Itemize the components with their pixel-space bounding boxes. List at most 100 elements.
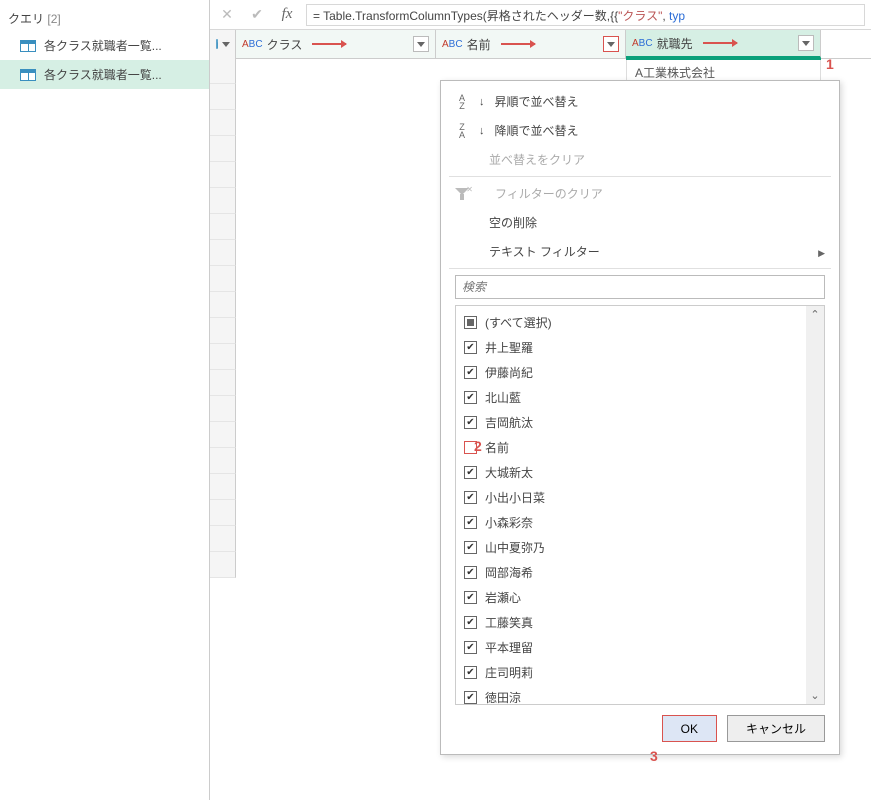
sort-ascending[interactable]: AZ↓ 昇順で並べ替え — [441, 87, 839, 116]
sort-descending[interactable]: ZA↓ 降順で並べ替え — [441, 116, 839, 145]
filter-check-row[interactable]: 伊藤尚紀 — [462, 360, 800, 385]
annotation-1: 1 — [826, 56, 834, 72]
filter-item-label: 工藤笑真 — [485, 614, 533, 631]
annotation-2: 2 — [474, 438, 482, 454]
clear-sort: 並べ替えをクリア — [441, 145, 839, 174]
formula-text: = Table.TransformColumnTypes(昇格されたヘッダー数,… — [313, 9, 618, 23]
separator — [449, 268, 831, 269]
column-header-name[interactable]: ABC 名前 — [436, 30, 626, 58]
row-number — [210, 84, 236, 110]
filter-check-row[interactable]: 井上聖羅 — [462, 335, 800, 360]
annotation-arrow — [703, 42, 737, 44]
column-label: 名前 — [467, 36, 491, 53]
filter-check-row[interactable]: 岩瀬心 — [462, 585, 800, 610]
remove-empty[interactable]: 空の削除 — [441, 208, 839, 237]
text-filter[interactable]: テキスト フィルター — [441, 237, 839, 266]
select-all-row[interactable]: (すべて選択) — [462, 310, 800, 335]
filter-check-row[interactable]: 大城新太 — [462, 460, 800, 485]
checkbox[interactable] — [464, 666, 477, 679]
query-panel: クエリ [2] 各クラス就職者一覧... 各クラス就職者一覧... — [0, 0, 210, 800]
filter-item-label: 小森彩奈 — [485, 514, 533, 531]
menu-label: テキスト フィルター — [489, 243, 600, 260]
filter-item-label: 名前 — [485, 439, 509, 456]
row-number — [210, 292, 236, 318]
filter-item-label: 平本理留 — [485, 639, 533, 656]
checkbox[interactable] — [464, 366, 477, 379]
checkbox[interactable] — [464, 391, 477, 404]
formula-type: typ — [669, 9, 685, 23]
row-number — [210, 136, 236, 162]
scroll-up-icon[interactable]: ⌃ — [810, 308, 819, 321]
checkbox[interactable] — [464, 566, 477, 579]
row-number — [210, 370, 236, 396]
row-number — [210, 396, 236, 422]
search-input[interactable] — [455, 275, 825, 299]
row-number — [210, 318, 236, 344]
query-item[interactable]: 各クラス就職者一覧... — [0, 60, 209, 89]
row-number — [210, 214, 236, 240]
formula-input[interactable]: = Table.TransformColumnTypes(昇格されたヘッダー数,… — [306, 4, 865, 26]
column-filter-button[interactable] — [798, 35, 814, 51]
filter-check-row[interactable]: 岡部海希 — [462, 560, 800, 585]
confirm-formula-icon[interactable]: ✔ — [246, 4, 268, 26]
checkbox[interactable] — [464, 616, 477, 629]
column-filter-button[interactable] — [603, 36, 619, 52]
filter-item-label: 岩瀬心 — [485, 589, 521, 606]
fx-icon[interactable]: fx — [276, 4, 298, 26]
sort-desc-icon: ZA — [455, 123, 469, 139]
column-filter-button[interactable] — [413, 36, 429, 52]
filter-check-row[interactable]: 吉岡航汰 — [462, 410, 800, 435]
query-panel-title: クエリ [2] — [0, 6, 209, 31]
checkbox[interactable] — [464, 591, 477, 604]
filter-check-row[interactable]: 名前 — [462, 435, 800, 460]
cancel-button[interactable]: キャンセル — [727, 715, 825, 742]
row-number — [210, 448, 236, 474]
dialog-buttons: OK キャンセル — [441, 705, 839, 748]
checkbox[interactable] — [464, 466, 477, 479]
checkbox[interactable] — [464, 541, 477, 554]
cancel-formula-icon[interactable]: ✕ — [216, 4, 238, 26]
query-item[interactable]: 各クラス就職者一覧... — [0, 31, 209, 60]
query-item-label: 各クラス就職者一覧... — [44, 37, 162, 54]
scroll-down-icon[interactable]: ⌄ — [810, 689, 819, 702]
menu-label: フィルターのクリア — [495, 185, 603, 202]
checkbox[interactable] — [464, 341, 477, 354]
query-title-text: クエリ — [8, 12, 44, 26]
row-column-selector[interactable] — [210, 30, 236, 58]
checkbox[interactable] — [464, 416, 477, 429]
chevron-right-icon — [817, 248, 825, 256]
annotation-arrow — [501, 43, 535, 45]
filter-check-row[interactable]: 小森彩奈 — [462, 510, 800, 535]
ok-button[interactable]: OK — [662, 715, 717, 742]
select-all-label: (すべて選択) — [485, 314, 552, 331]
filter-check-row[interactable]: 小出小日菜 — [462, 485, 800, 510]
type-icon: ABC — [242, 39, 263, 50]
table-icon — [20, 40, 36, 52]
row-number — [210, 110, 236, 136]
chevron-down-icon — [802, 41, 810, 46]
filter-check-row[interactable]: 平本理留 — [462, 635, 800, 660]
checkbox-indeterminate[interactable] — [464, 316, 477, 329]
row-number — [210, 526, 236, 552]
filter-checklist: (すべて選択) 井上聖羅伊藤尚紀北山藍吉岡航汰名前大城新太小出小日菜小森彩奈山中… — [456, 306, 806, 704]
row-number — [210, 344, 236, 370]
filter-check-row[interactable]: 徳田涼 — [462, 685, 800, 704]
filter-check-row[interactable]: 山中夏弥乃 — [462, 535, 800, 560]
row-number — [210, 240, 236, 266]
column-label: クラス — [267, 36, 303, 53]
checkbox[interactable] — [464, 491, 477, 504]
filter-check-row[interactable]: 工藤笑真 — [462, 610, 800, 635]
formula-bar: ✕ ✔ fx = Table.TransformColumnTypes(昇格され… — [210, 0, 871, 30]
filter-item-label: 井上聖羅 — [485, 339, 533, 356]
formula-quoted: "クラス" — [618, 9, 662, 23]
scrollbar[interactable]: ⌃ ⌄ — [806, 306, 824, 704]
checkbox[interactable] — [464, 691, 477, 704]
menu-label: 降順で並べ替え — [495, 122, 579, 139]
filter-check-row[interactable]: 庄司明莉 — [462, 660, 800, 685]
filter-check-row[interactable]: 北山藍 — [462, 385, 800, 410]
column-header-employer[interactable]: ABC 就職先 — [626, 30, 821, 58]
checkbox[interactable] — [464, 516, 477, 529]
checkbox[interactable] — [464, 641, 477, 654]
row-number — [210, 422, 236, 448]
column-header-class[interactable]: ABC クラス — [236, 30, 436, 58]
